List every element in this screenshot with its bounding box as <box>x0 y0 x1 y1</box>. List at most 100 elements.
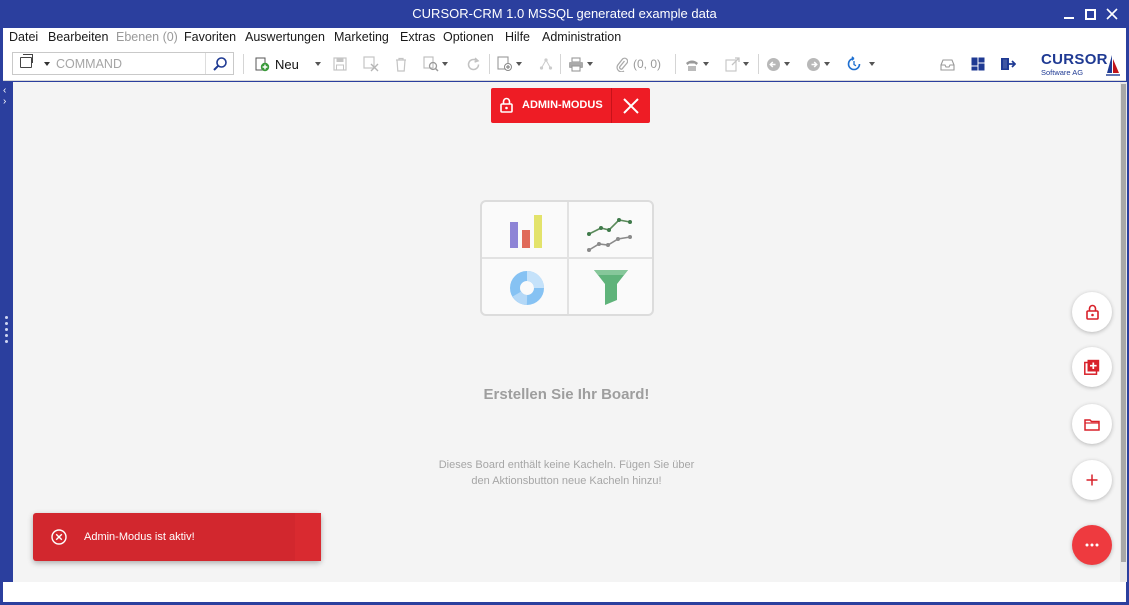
menu-marketing[interactable]: Marketing <box>334 30 389 44</box>
printer-icon <box>569 56 583 72</box>
chevron-down-icon[interactable] <box>869 62 875 66</box>
more-actions-button[interactable] <box>1072 525 1112 565</box>
inbox-button[interactable] <box>940 54 955 74</box>
logout-icon <box>1001 58 1016 70</box>
toolbar-separator <box>243 54 244 74</box>
error-circle-icon <box>51 529 67 545</box>
chevron-down-icon[interactable] <box>824 62 830 66</box>
search-icon <box>212 56 227 71</box>
menu-bearbeiten[interactable]: Bearbeiten <box>48 30 108 44</box>
board-area <box>13 82 1120 582</box>
menu-bar: Datei Bearbeiten Ebenen (0) Favoriten Au… <box>3 28 1126 48</box>
folder-icon <box>1084 418 1100 431</box>
discard-button[interactable] <box>363 54 379 74</box>
new-record-icon <box>255 57 270 72</box>
sailboat-icon <box>1106 55 1120 76</box>
scrollbar-thumb[interactable] <box>1121 84 1126 562</box>
delete-button[interactable] <box>394 54 408 74</box>
preview-icon <box>423 56 439 72</box>
dashboard-button[interactable] <box>971 54 985 74</box>
chevron-down-icon[interactable] <box>44 62 50 66</box>
phone-icon <box>686 60 698 71</box>
exit-admin-mode-button[interactable] <box>621 96 641 116</box>
description-line: den Aktionsbutton neue Kacheln hinzu! <box>471 475 662 487</box>
left-collapse-strip[interactable]: ‹ › <box>0 82 13 582</box>
menu-auswertungen[interactable]: Auswertungen <box>245 30 325 44</box>
toolbar-separator <box>560 54 561 74</box>
trash-icon <box>396 57 406 72</box>
empty-board-illustration <box>480 200 654 316</box>
chevron-down-icon[interactable] <box>442 62 448 66</box>
export-button[interactable] <box>725 54 749 74</box>
add-button[interactable] <box>1072 460 1112 500</box>
badge-divider <box>611 88 612 123</box>
toast-edge <box>295 513 321 561</box>
print-button[interactable] <box>568 54 593 74</box>
preview-button[interactable] <box>423 54 448 74</box>
menu-administration[interactable]: Administration <box>542 30 621 44</box>
lock-board-button[interactable] <box>1072 292 1112 332</box>
maximize-icon <box>1084 8 1096 20</box>
title-bar: CURSOR-CRM 1.0 MSSQL generated example d… <box>0 0 1129 28</box>
description-line: Dieses Board enthält keine Kacheln. Füge… <box>438 459 695 471</box>
save-button[interactable] <box>333 54 347 74</box>
history-button[interactable] <box>846 54 875 74</box>
chevron-down-icon[interactable] <box>784 62 790 66</box>
chevron-down-icon[interactable] <box>703 62 709 66</box>
more-icon <box>1085 543 1099 547</box>
cursor-logo: CURSOR Software AG <box>1038 51 1120 79</box>
menu-extras[interactable]: Extras <box>400 30 435 44</box>
relation-button[interactable] <box>539 54 553 74</box>
admin-mode-label: ADMIN-MODUS <box>522 99 603 111</box>
menu-hilfe[interactable]: Hilfe <box>505 30 530 44</box>
discard-icon <box>363 56 379 72</box>
vertical-scrollbar[interactable] <box>1120 82 1127 582</box>
refresh-button[interactable] <box>466 54 481 74</box>
new-button[interactable]: Neu <box>254 54 321 74</box>
menu-datei[interactable]: Datei <box>9 30 38 44</box>
toolbar-separator <box>758 54 759 74</box>
logout-button[interactable] <box>1000 54 1016 74</box>
toast-message: Admin-Modus ist aktiv! <box>84 531 195 543</box>
menu-ebenen[interactable]: Ebenen (0) <box>116 30 178 44</box>
add-tile-button[interactable] <box>1072 347 1112 387</box>
admin-mode-toast[interactable]: Admin-Modus ist aktiv! <box>33 513 321 561</box>
toolbar-separator <box>675 54 676 74</box>
close-icon <box>623 98 639 114</box>
close-window-button[interactable] <box>1101 4 1123 24</box>
logo-name: CURSOR <box>1041 51 1108 68</box>
command-input[interactable] <box>56 55 201 72</box>
close-icon <box>1106 8 1118 20</box>
line-chart-icon <box>587 218 632 252</box>
minimize-icon <box>1064 17 1074 19</box>
chevron-left-icon[interactable]: ‹ <box>3 86 6 96</box>
status-bar <box>3 582 1126 602</box>
maximize-button[interactable] <box>1079 4 1101 24</box>
phone-button[interactable] <box>684 54 709 74</box>
menu-optionen[interactable]: Optionen <box>443 30 494 44</box>
forward-button[interactable] <box>806 54 830 74</box>
funnel-icon <box>594 270 628 305</box>
attach-record-button[interactable] <box>497 54 522 74</box>
window-list-icon[interactable] <box>20 54 33 68</box>
lock-icon <box>500 97 513 113</box>
chevron-down-icon[interactable] <box>516 62 522 66</box>
attachments-button[interactable]: (0, 0) <box>616 54 661 74</box>
refresh-icon <box>467 56 480 70</box>
command-search-button[interactable] <box>205 53 233 74</box>
back-button[interactable] <box>766 54 790 74</box>
bar-chart-icon <box>510 215 542 248</box>
chevron-right-icon[interactable]: › <box>3 97 6 107</box>
menu-favoriten[interactable]: Favoriten <box>184 30 236 44</box>
board-empty-title: Erstellen Sie Ihr Board! <box>483 386 650 403</box>
save-icon <box>333 57 347 71</box>
chevron-down-icon[interactable] <box>314 62 321 66</box>
drag-handle[interactable] <box>5 316 8 346</box>
open-folder-button[interactable] <box>1072 404 1112 444</box>
inbox-icon <box>940 58 955 71</box>
minimize-button[interactable] <box>1058 4 1080 24</box>
arrow-left-icon <box>767 57 780 71</box>
chevron-down-icon[interactable] <box>743 62 749 66</box>
record-plus-icon <box>497 56 512 71</box>
chevron-down-icon[interactable] <box>587 62 593 66</box>
